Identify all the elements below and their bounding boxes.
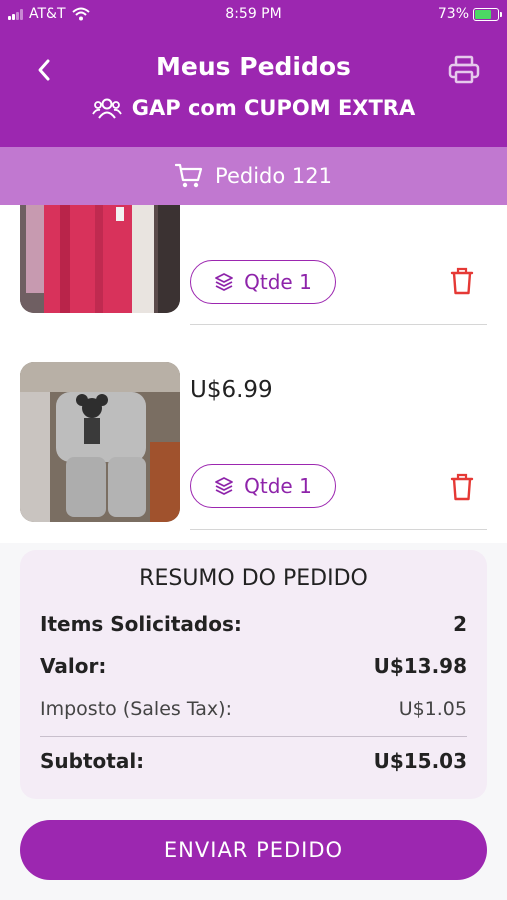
quantity-label: Qtde 1 (244, 474, 312, 498)
status-bar: AT&T 8:59 PM 73% (0, 0, 507, 30)
summary-subtotal-row: Subtotal: U$15.03 (40, 749, 467, 773)
summary-tax-row: Imposto (Sales Tax): U$1.05 (40, 698, 467, 720)
store-subtitle-label: GAP com CUPOM EXTRA (131, 96, 416, 120)
items-value: 2 (453, 612, 467, 636)
item-divider (190, 324, 487, 325)
battery-icon (473, 7, 502, 21)
print-button[interactable] (447, 55, 481, 85)
page-title: Meus Pedidos (156, 52, 351, 81)
order-summary: RESUMO DO PEDIDO Items Solicitados: 2 Va… (20, 550, 487, 799)
trash-icon (450, 267, 474, 295)
items-label: Items Solicitados: (40, 612, 242, 636)
status-time: 8:59 PM (225, 6, 282, 22)
subtotal-label: Subtotal: (40, 749, 145, 773)
summary-title: RESUMO DO PEDIDO (139, 566, 368, 591)
send-order-button[interactable]: ENVIAR PEDIDO (20, 820, 487, 880)
tax-value: U$1.05 (398, 698, 467, 720)
subtotal-value: U$15.03 (373, 749, 467, 773)
order-label: Pedido 121 (215, 164, 332, 188)
printer-icon (448, 55, 480, 84)
product-image (20, 362, 180, 522)
delete-item-button[interactable] (449, 472, 475, 502)
list-item: Qtde 1 (0, 205, 507, 325)
status-right: 73% (437, 6, 502, 22)
product-image (20, 205, 180, 313)
valor-value: U$13.98 (373, 654, 467, 678)
valor-label: Valor: (40, 654, 107, 678)
order-bar: Pedido 121 (0, 147, 507, 205)
item-price: U$6.99 (190, 377, 273, 403)
quantity-button[interactable]: Qtde 1 (190, 260, 336, 304)
trash-icon (450, 473, 474, 501)
group-users-icon (91, 98, 122, 119)
list-item: U$6.99 Qtde 1 (0, 362, 507, 532)
order-items-list[interactable]: Qtde 1 U$6.99 Qtde 1 (0, 205, 507, 543)
quantity-button[interactable]: Qtde 1 (190, 464, 336, 508)
layers-icon (215, 477, 234, 495)
battery-percent: 73% (437, 6, 469, 22)
item-divider (190, 529, 487, 530)
summary-valor-row: Valor: U$13.98 (40, 654, 467, 678)
quantity-label: Qtde 1 (244, 270, 312, 294)
layers-icon (215, 273, 234, 291)
app-header: AT&T 8:59 PM 73% Meus Pedidos GAP com CU… (0, 0, 507, 147)
store-subtitle: GAP com CUPOM EXTRA (0, 96, 507, 120)
summary-divider (40, 736, 467, 737)
cart-icon (175, 163, 203, 188)
delete-item-button[interactable] (449, 266, 475, 296)
summary-items-row: Items Solicitados: 2 (40, 612, 467, 636)
tax-label: Imposto (Sales Tax): (40, 698, 232, 720)
